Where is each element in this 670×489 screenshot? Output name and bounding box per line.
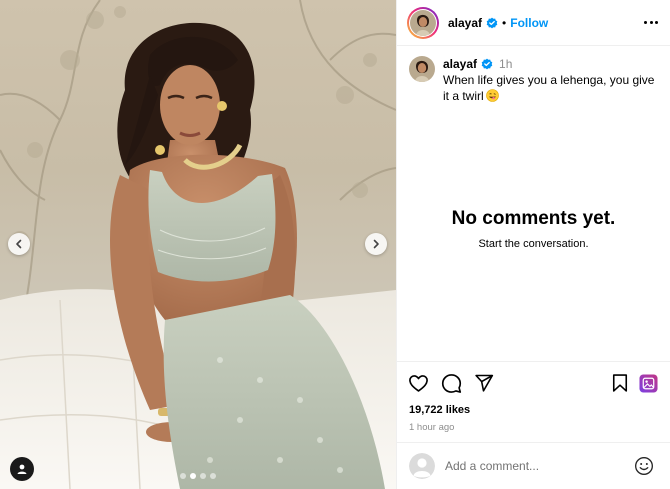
carousel-prev-button[interactable] [8,233,30,255]
post-actions-section: 19,722 likes 1 hour ago [397,361,670,433]
caption-username[interactable]: alayaf [443,56,477,72]
caption-text: When life gives you a lehenga, you give … [443,73,655,103]
post-media[interactable] [0,0,396,489]
post-header: alayaf • Follow [397,0,670,46]
more-options-icon[interactable] [644,17,658,28]
post-dialog: alayaf • Follow alayaf 1h When life give… [0,0,670,489]
empty-comments-subtitle: Start the conversation. [478,238,589,250]
comment-composer [397,442,670,489]
post-caption: alayaf 1h When life gives you a lehenga,… [397,46,670,106]
story-ring[interactable] [407,6,439,39]
carousel-indicator [0,473,396,479]
verified-badge-icon [481,58,493,70]
empty-comments-title: No comments yet. [451,208,616,229]
post-details-panel: alayaf • Follow alayaf 1h When life give… [396,0,670,489]
carousel-next-button[interactable] [365,233,387,255]
action-bar [397,362,670,404]
grinning-tongue-emoji-icon [485,89,499,106]
carousel-dot-active [190,473,196,479]
user-avatar-placeholder-icon [409,453,435,479]
caption-timestamp[interactable]: 1h [499,56,512,72]
carousel-dot [180,473,186,479]
smiley-icon[interactable] [634,456,654,476]
gallery-icon[interactable] [639,373,658,393]
post-photo [0,0,396,489]
bookmark-icon[interactable] [611,373,629,393]
chevron-right-icon [373,239,379,249]
separator-dot: • [502,15,507,30]
tagged-users-button[interactable] [10,457,34,481]
user-tag-icon [17,464,27,474]
follow-button[interactable]: Follow [510,16,548,30]
likes-count[interactable]: 19,722 likes [397,404,670,416]
carousel-dot [200,473,206,479]
avatar [410,9,436,36]
chevron-left-icon [16,239,22,249]
verified-badge-icon [486,17,498,29]
carousel-dot [210,473,216,479]
comment-bubble-icon[interactable] [441,373,462,394]
comment-input[interactable] [445,459,615,473]
header-username[interactable]: alayaf [448,16,482,30]
empty-comments: No comments yet. Start the conversation. [397,208,670,250]
post-timestamp[interactable]: 1 hour ago [397,422,670,433]
send-icon[interactable] [474,373,494,393]
avatar[interactable] [409,56,435,82]
heart-icon[interactable] [408,373,429,394]
